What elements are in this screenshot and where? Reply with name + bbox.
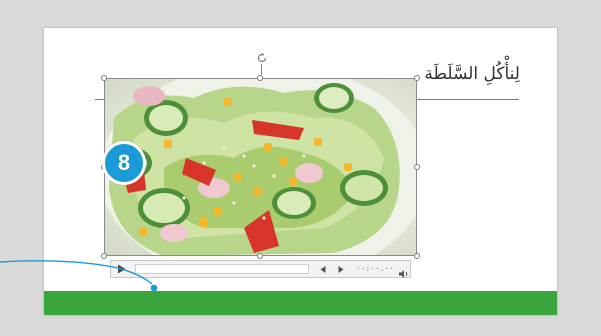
resize-handle-bottom-left[interactable] <box>101 253 107 259</box>
resize-handle-bottom[interactable] <box>257 253 263 259</box>
media-controls-bar[interactable]: ··:··.·· <box>110 260 411 278</box>
salad-illustration <box>104 78 417 256</box>
volume-icon <box>399 270 408 278</box>
step-number-badge: 8 <box>102 141 146 185</box>
rotate-stem <box>261 64 262 75</box>
slide-title[interactable]: لِنأْكُلِ السَّلَطَة <box>424 64 520 84</box>
resize-handle-top-left[interactable] <box>101 75 107 81</box>
salad-picture[interactable] <box>104 78 417 256</box>
play-button[interactable] <box>115 262 129 276</box>
seek-bar[interactable] <box>134 264 309 274</box>
volume-button[interactable] <box>398 264 410 278</box>
step-forward-icon <box>338 265 344 273</box>
resize-handle-bottom-right[interactable] <box>414 253 420 259</box>
footer-band <box>44 291 557 315</box>
resize-handle-right[interactable] <box>414 164 420 170</box>
play-icon <box>118 264 126 274</box>
resize-handle-top[interactable] <box>257 75 263 81</box>
step-back-icon <box>320 265 326 273</box>
resize-handle-top-right[interactable] <box>414 75 420 81</box>
step-forward-button[interactable] <box>337 264 347 274</box>
step-back-button[interactable] <box>318 264 328 274</box>
rotate-handle-icon[interactable] <box>256 52 268 64</box>
time-readout: ··:··.·· <box>356 265 395 273</box>
